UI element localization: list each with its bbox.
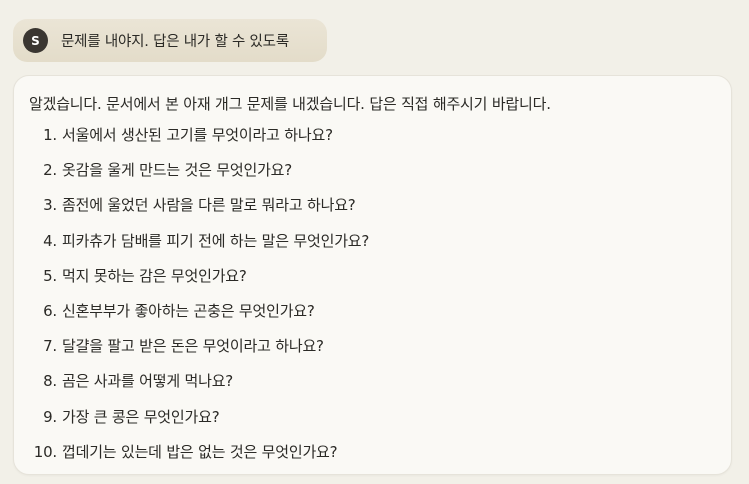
question-number: 7. [43, 337, 57, 356]
question-item: 3. 좀전에 울었던 사람을 다른 말로 뭐라고 하나요? [14, 194, 369, 229]
question-text: 서울에서 생산된 고기를 무엇이라고 하나요? [62, 126, 333, 144]
question-number: 9. [43, 407, 57, 426]
user-message-bubble: S 문제를 내야지. 답은 내가 할 수 있도록 [13, 19, 327, 62]
question-item: 7. 달걀을 팔고 받은 돈은 무엇이라고 하나요? [14, 335, 369, 370]
user-avatar[interactable]: S [23, 28, 48, 53]
question-number: 1. [43, 126, 57, 144]
question-item: 6. 신혼부부가 좋아하는 곤충은 무엇인가요? [14, 300, 369, 335]
assistant-reply-card: 알겠습니다. 문서에서 본 아재 개그 문제를 내겠습니다. 답은 직접 해주시… [13, 75, 732, 475]
question-text: 가장 큰 콩은 무엇인가요? [62, 407, 220, 426]
assistant-intro-text: 알겠습니다. 문서에서 본 아재 개그 문제를 내겠습니다. 답은 직접 해주시… [29, 95, 551, 113]
question-item: 1. 서울에서 생산된 고기를 무엇이라고 하나요? [14, 124, 369, 159]
question-number: 5. [43, 266, 57, 285]
question-text: 먹지 못하는 감은 무엇인가요? [62, 266, 247, 285]
question-item: 9. 가장 큰 콩은 무엇인가요? [14, 406, 369, 441]
question-item: 10. 껍데기는 있는데 밥은 없는 것은 무엇인가요? [14, 441, 369, 476]
question-item: 5. 먹지 못하는 감은 무엇인가요? [14, 265, 369, 300]
question-number: 2. [43, 161, 57, 180]
question-number: 6. [43, 301, 57, 320]
question-text: 옷감을 울게 만드는 것은 무엇인가요? [62, 161, 293, 180]
chat-page: S 문제를 내야지. 답은 내가 할 수 있도록 알겠습니다. 문서에서 본 아… [0, 0, 749, 484]
question-item: 8. 곰은 사과를 어떻게 먹나요? [14, 370, 369, 405]
question-text: 좀전에 울었던 사람을 다른 말로 뭐라고 하나요? [62, 196, 356, 215]
question-item: 2. 옷감을 울게 만드는 것은 무엇인가요? [14, 159, 369, 194]
question-number: 10. [33, 442, 57, 461]
question-number: 4. [43, 231, 57, 250]
question-number: 3. [43, 196, 57, 215]
question-text: 달걀을 팔고 받은 돈은 무엇이라고 하나요? [62, 337, 324, 356]
question-text: 곰은 사과를 어떻게 먹나요? [62, 372, 234, 391]
user-message-text: 문제를 내야지. 답은 내가 할 수 있도록 [61, 34, 289, 50]
question-list: 1. 서울에서 생산된 고기를 무엇이라고 하나요? 2. 옷감을 울게 만드는… [14, 124, 370, 476]
question-number: 8. [43, 372, 57, 391]
question-text: 신혼부부가 좋아하는 곤충은 무엇인가요? [62, 301, 315, 320]
question-text: 껍데기는 있는데 밥은 없는 것은 무엇인가요? [62, 442, 338, 461]
question-text: 피카츄가 담배를 피기 전에 하는 말은 무엇인가요? [62, 231, 370, 250]
question-item: 4. 피카츄가 담배를 피기 전에 하는 말은 무엇인가요? [14, 230, 369, 265]
